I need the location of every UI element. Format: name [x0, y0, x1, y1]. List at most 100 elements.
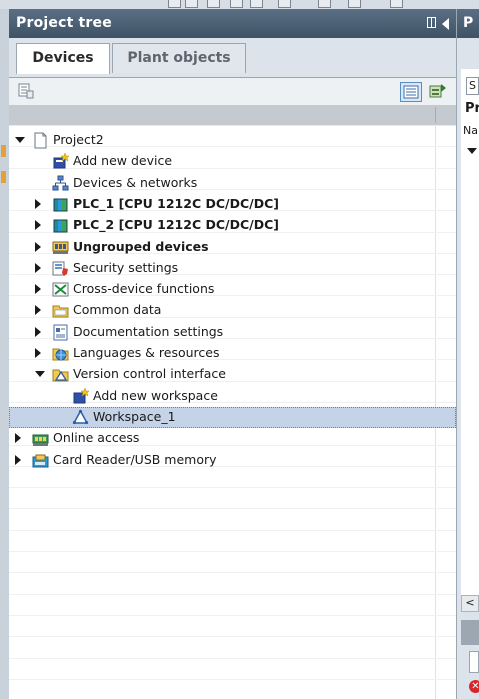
tab-devices[interactable]: Devices: [16, 43, 110, 74]
tree-gridline: [9, 530, 456, 531]
tree-item-label: Workspace_1: [93, 409, 176, 424]
tree-row-languages-resources[interactable]: Languages & resources: [9, 343, 456, 364]
toolbar-icon[interactable]: [230, 0, 243, 8]
tree-row-documentation-settings[interactable]: Documentation settings: [9, 322, 456, 343]
project-file-icon: [34, 132, 47, 149]
toolbar-icon[interactable]: [250, 0, 263, 8]
tree-row-workspace-1[interactable]: Workspace_1: [9, 407, 456, 428]
toolbar-icon[interactable]: [390, 0, 403, 8]
tree-row-plc-2-cpu-1212c-dc-dc-dc[interactable]: PLC_2 [CPU 1212C DC/DC/DC]: [9, 215, 456, 236]
tree-item-label: Devices & networks: [73, 175, 198, 190]
expand-arrow-icon[interactable]: [35, 199, 41, 209]
tree-view-options-icon[interactable]: [17, 82, 35, 100]
expand-arrow-icon[interactable]: [35, 284, 41, 294]
tree-item-label: PLC_2 [CPU 1212C DC/DC/DC]: [73, 217, 279, 232]
tree-row-devices-networks[interactable]: Devices & networks: [9, 173, 456, 194]
cross-device-icon: [52, 282, 69, 297]
plc-icon: [53, 198, 68, 212]
overview-toggle[interactable]: [400, 82, 422, 102]
tree-row-common-data[interactable]: Common data: [9, 300, 456, 321]
version-control-icon: [52, 369, 69, 382]
expand-arrow-icon[interactable]: [15, 433, 21, 443]
expand-arrow-icon[interactable]: [467, 148, 477, 154]
tree-gridline: [9, 636, 456, 637]
tree-item-label: Security settings: [73, 260, 179, 275]
tree-row-add-new-workspace[interactable]: Add new workspace: [9, 386, 456, 407]
documentation-icon: [53, 324, 68, 341]
tree-item-label: PLC_1 [CPU 1212C DC/DC/DC]: [73, 196, 279, 211]
add-device-icon: [53, 153, 69, 169]
collapse-panel-icon[interactable]: [442, 18, 449, 30]
scroll-left-button[interactable]: <: [461, 595, 479, 612]
tree-gridline: [9, 508, 456, 509]
adjacent-panel-input[interactable]: [469, 651, 479, 673]
security-settings-icon: [52, 261, 68, 276]
tree-gridline: [9, 594, 456, 595]
expand-arrow-icon[interactable]: [35, 242, 41, 252]
edge-marker: [1, 145, 6, 157]
tree-item-label: Version control interface: [73, 366, 226, 381]
expand-arrow-icon[interactable]: [35, 348, 41, 358]
toolbar-icon[interactable]: [278, 0, 291, 8]
tree-gridline: [9, 487, 456, 488]
adjacent-panel-field[interactable]: S: [466, 77, 479, 95]
workspace-icon: [72, 409, 89, 425]
tree-row-card-reader-usb-memory[interactable]: Card Reader/USB memory: [9, 450, 456, 471]
tree-item-label: Common data: [73, 302, 162, 317]
tree-row-online-access[interactable]: Online access: [9, 428, 456, 449]
tree-gridline: [9, 658, 456, 659]
adjacent-panel: P S Pr Na < ✕: [457, 9, 479, 699]
adjacent-panel-header: Pr: [465, 101, 479, 116]
tab-bar: Devices Plant objects: [9, 38, 456, 78]
collapse-arrow-icon[interactable]: [15, 137, 25, 143]
tree-row-project2[interactable]: Project2: [9, 130, 456, 151]
tree-item-label: Project2: [53, 132, 104, 147]
tree-gridline: [9, 679, 456, 680]
panel-title-bar: Project tree: [9, 9, 456, 38]
tab-plant-objects[interactable]: Plant objects: [112, 43, 246, 73]
tree-item-label: Documentation settings: [73, 324, 224, 339]
toolbar-icon[interactable]: [207, 0, 220, 8]
project-tree: Project2 Add new device Devices & networks…: [9, 126, 456, 699]
adjacent-panel-title-text: P: [463, 15, 474, 31]
tree-row-ungrouped-devices[interactable]: Ungrouped devices: [9, 237, 456, 258]
tree-row-add-new-device[interactable]: Add new device: [9, 151, 456, 172]
toolbar-icon[interactable]: [348, 0, 361, 8]
folder-icon: [52, 305, 69, 318]
tree-row-security-settings[interactable]: Security settings: [9, 258, 456, 279]
expand-arrow-icon[interactable]: [35, 327, 41, 337]
toolbar-icon[interactable]: [185, 0, 198, 8]
tree-item-label: Card Reader/USB memory: [53, 452, 217, 467]
toolbar-icon[interactable]: [318, 0, 331, 8]
column-separator[interactable]: [435, 107, 436, 123]
tree-item-label: Online access: [53, 430, 140, 445]
panel-title: Project tree: [16, 15, 112, 31]
tree-item-label: Add new workspace: [93, 388, 218, 403]
network-icon: [52, 175, 69, 191]
add-workspace-icon: [73, 388, 89, 404]
adjacent-panel-title: P: [457, 9, 479, 38]
column-header: [9, 105, 456, 125]
plc-icon: [53, 219, 68, 233]
pin-panel-icon[interactable]: [427, 17, 436, 28]
adjacent-panel-column: Na: [463, 124, 478, 137]
tree-item-label: Cross-device functions: [73, 281, 215, 296]
collapse-arrow-icon[interactable]: [35, 371, 45, 377]
tree-toolbar: [9, 78, 456, 105]
tree-row-plc-1-cpu-1212c-dc-dc-dc[interactable]: PLC_1 [CPU 1212C DC/DC/DC]: [9, 194, 456, 215]
ungrouped-devices-icon: [52, 241, 69, 254]
tree-row-version-control-interface[interactable]: Version control interface: [9, 364, 456, 385]
show-library-icon[interactable]: [429, 82, 447, 100]
expand-arrow-icon[interactable]: [35, 305, 41, 315]
card-reader-icon: [32, 454, 49, 468]
expand-arrow-icon[interactable]: [15, 455, 21, 465]
online-access-icon: [32, 434, 49, 446]
tree-gridline: [9, 551, 456, 552]
toolbar-icon[interactable]: [168, 0, 181, 8]
tree-gridline: [9, 572, 456, 573]
tree-gridline: [9, 615, 456, 616]
expand-arrow-icon[interactable]: [35, 220, 41, 230]
tree-row-cross-device-functions[interactable]: Cross-device functions: [9, 279, 456, 300]
expand-arrow-icon[interactable]: [35, 263, 41, 273]
project-tree-panel: Project tree Devices Plant objects Proje…: [9, 9, 457, 699]
